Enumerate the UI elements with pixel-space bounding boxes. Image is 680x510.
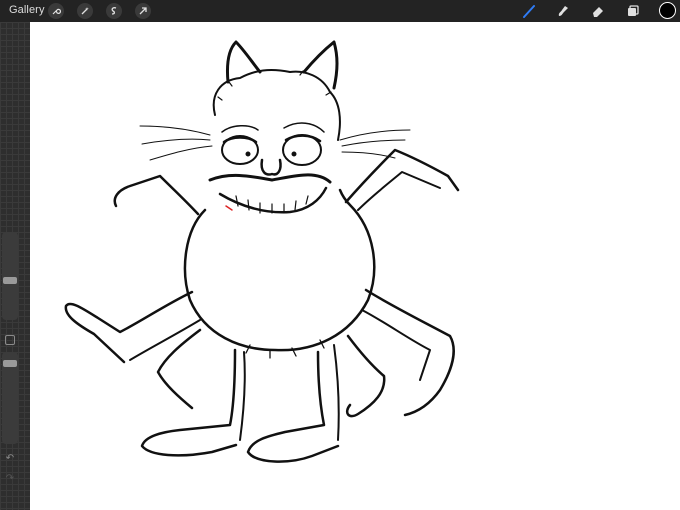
color-picker-button[interactable] (659, 2, 676, 19)
smudge-icon[interactable] (555, 3, 571, 19)
wrench-icon[interactable] (48, 3, 64, 19)
creature-sketch (64, 40, 460, 463)
brush-size-slider[interactable] (2, 232, 18, 320)
opacity-thumb[interactable] (3, 360, 17, 367)
gallery-button[interactable]: Gallery (9, 4, 45, 16)
opacity-slider[interactable] (2, 352, 18, 444)
undo-icon[interactable]: ↶ (4, 452, 16, 464)
layers-icon[interactable] (625, 3, 641, 19)
redo-icon[interactable]: ↷ (4, 472, 16, 484)
modify-button[interactable] (5, 335, 15, 345)
magic-wand-icon[interactable] (77, 3, 93, 19)
top-toolbar: Gallery (0, 0, 680, 22)
sidebar: ↶ ↷ (0, 22, 30, 510)
transform-arrow-icon[interactable] (135, 3, 151, 19)
brush-size-thumb[interactable] (3, 277, 17, 284)
eraser-icon[interactable] (590, 3, 606, 19)
drawing-canvas[interactable] (30, 22, 680, 510)
brush-icon[interactable] (521, 3, 537, 19)
selection-icon[interactable] (106, 3, 122, 19)
